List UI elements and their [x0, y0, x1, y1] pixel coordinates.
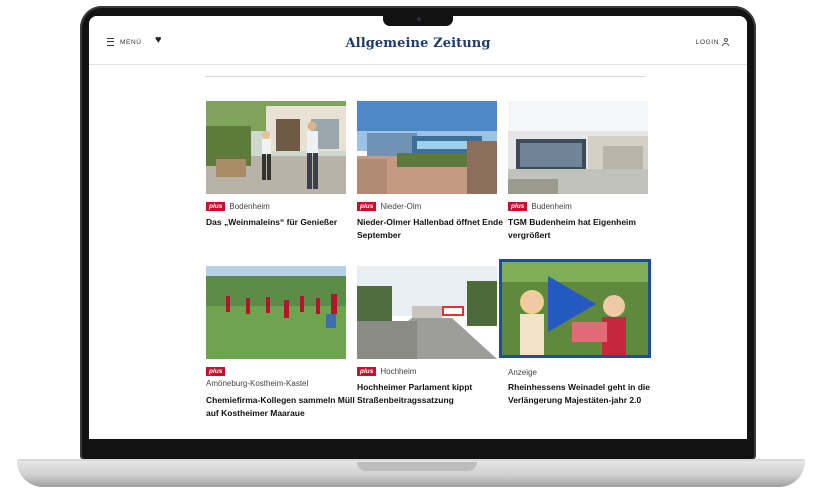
article-kicker: Nieder-Olm — [380, 202, 422, 211]
article-image-clubhouse — [508, 101, 648, 194]
user-icon — [722, 38, 729, 46]
article-image-swimming-pool — [357, 101, 497, 194]
plus-badge: plus — [206, 367, 226, 376]
article-meta: plus Budenheim — [508, 202, 658, 211]
article-headline[interactable]: Rheinhessens Weinadel geht in die Verlän… — [508, 381, 658, 406]
article-kicker: Amöneburg-Kostheim-Kastel — [206, 379, 309, 388]
article-meta: plus Bodenheim — [206, 202, 356, 211]
article-headline[interactable]: Chemiefirma-Kollegen sammeln Müll auf Ko… — [206, 394, 356, 419]
site-logo[interactable]: Allgemeine Zeitung — [89, 36, 747, 51]
login-button[interactable]: LOGIN — [696, 38, 729, 46]
login-label: LOGIN — [695, 38, 719, 46]
browser-screen: MENÜ ♥ Allgemeine Zeitung LOGIN plus Bod… — [89, 16, 747, 439]
article-meta: plus — [206, 367, 356, 376]
plus-badge: plus — [508, 202, 528, 211]
article-meta: plus Hochheim — [357, 367, 507, 376]
article-headline[interactable]: TGM Budenheim hat Eigenheim vergrößert — [508, 216, 658, 241]
article-image-wine-tasting — [206, 101, 346, 194]
laptop-opening-lip — [357, 462, 477, 471]
ad-label: Anzeige — [508, 368, 537, 377]
plus-badge: plus — [206, 202, 226, 211]
article-kicker: Bodenheim — [229, 202, 270, 211]
plus-badge: plus — [357, 202, 377, 211]
video-thumbnail[interactable] — [499, 259, 651, 358]
article-kicker: Hochheim — [380, 367, 417, 376]
play-icon[interactable] — [548, 276, 596, 332]
article-meta: plus Nieder-Olm — [357, 202, 507, 211]
camera-icon — [417, 17, 421, 21]
video-image-wine-queens — [502, 262, 648, 355]
article-headline[interactable]: Nieder-Olmer Hallenbad öffnet Ende Septe… — [357, 216, 507, 241]
article-image-cleanup-team — [206, 266, 346, 359]
article-headline[interactable]: Hochheimer Parlament kippt Straßenbeitra… — [357, 381, 507, 406]
section-divider — [205, 76, 646, 77]
article-headline[interactable]: Das „Weinmaleins“ für Genießer — [206, 216, 356, 229]
article-image-street — [357, 266, 497, 359]
article-kicker: Budenheim — [531, 202, 572, 211]
plus-badge: plus — [357, 367, 377, 376]
